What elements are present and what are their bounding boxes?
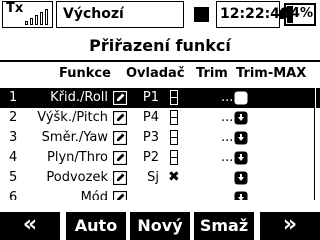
download-icon[interactable] xyxy=(234,111,248,125)
trim-max-value[interactable]: ... xyxy=(221,110,233,125)
trim-indicator[interactable] xyxy=(170,150,178,165)
trim-indicator[interactable] xyxy=(170,90,178,105)
battery-percent: 64% xyxy=(281,6,313,21)
function-row[interactable]: 5 Podvozek Sj ✖ xyxy=(0,168,314,188)
function-name: Výšk./Pitch xyxy=(37,110,108,125)
edit-icon[interactable] xyxy=(112,90,128,106)
download-icon[interactable] xyxy=(234,91,248,105)
scrollbar-thumb[interactable] xyxy=(316,88,320,108)
function-row[interactable]: 2 Výšk./Pitch P4... xyxy=(0,108,314,128)
row-number: 6 xyxy=(9,190,18,200)
auto-button[interactable]: Auto xyxy=(66,212,126,240)
page-title: Přiřazení funkcí xyxy=(89,36,231,55)
function-name: Směr./Yaw xyxy=(41,130,108,145)
row-number: 1 xyxy=(9,90,18,105)
download-icon[interactable] xyxy=(234,171,248,185)
delete-button[interactable]: Smaž xyxy=(194,212,254,240)
control-value[interactable]: P4 xyxy=(143,110,159,125)
download-icon[interactable] xyxy=(234,191,248,200)
row-number: 5 xyxy=(9,170,18,185)
function-name: Podvozek xyxy=(46,170,108,185)
trim-max-value[interactable]: ... xyxy=(221,130,233,145)
next-page-button[interactable]: » xyxy=(260,212,320,240)
edit-icon[interactable] xyxy=(112,190,128,200)
row-number: 2 xyxy=(9,110,18,125)
function-name: Plyn/Thro xyxy=(47,150,108,165)
scrollbar[interactable] xyxy=(314,88,320,200)
row-number: 3 xyxy=(9,130,18,145)
function-row[interactable]: 4 Plyn/Thro P2... xyxy=(0,148,314,168)
model-name-box[interactable]: Výchozí xyxy=(56,1,184,28)
edit-icon[interactable] xyxy=(112,110,128,126)
battery-icon: 64% xyxy=(280,3,316,26)
function-list: 1 Křid./Roll P1... 2 Výšk./Pitch P4... 3 Směr./… xyxy=(0,88,320,200)
download-icon[interactable] xyxy=(234,131,248,145)
clear-icon[interactable]: ✖ xyxy=(168,169,180,185)
new-button[interactable]: Nový xyxy=(130,212,190,240)
signal-bars-icon xyxy=(25,8,51,25)
trim-max-value[interactable]: ... xyxy=(221,150,233,165)
column-header-control: Ovladač xyxy=(126,66,185,81)
bottom-button-bar: « Auto Nový Smaž » xyxy=(0,212,320,240)
column-header-trim-max: Trim-MAX xyxy=(236,66,307,81)
download-icon[interactable] xyxy=(234,151,248,165)
function-name: Mód xyxy=(80,190,108,200)
function-row[interactable]: 1 Křid./Roll P1... xyxy=(0,88,314,108)
transmitter-signal: Tx xyxy=(2,1,53,28)
tx-label: Tx xyxy=(6,1,24,16)
clock-box: 12:22:48 xyxy=(216,1,290,28)
column-header-function: Funkce xyxy=(59,66,111,81)
trim-indicator[interactable] xyxy=(170,130,178,145)
control-value[interactable]: P3 xyxy=(143,130,159,145)
control-value[interactable]: Sj xyxy=(147,170,159,185)
control-value[interactable]: P1 xyxy=(143,90,159,105)
trim-indicator[interactable] xyxy=(170,110,178,125)
prev-page-button[interactable]: « xyxy=(0,212,60,240)
stop-icon xyxy=(194,7,209,22)
title-divider xyxy=(0,60,320,62)
control-value[interactable]: P2 xyxy=(143,150,159,165)
row-number: 4 xyxy=(9,150,18,165)
column-header-trim: Trim xyxy=(196,66,228,81)
function-name: Křid./Roll xyxy=(50,90,108,105)
trim-max-value[interactable]: ... xyxy=(221,90,233,105)
edit-icon[interactable] xyxy=(112,170,128,186)
status-bar: Tx Výchozí 12:22:48 64% xyxy=(0,0,320,30)
edit-icon[interactable] xyxy=(112,150,128,166)
model-name: Výchozí xyxy=(63,6,124,22)
function-row[interactable]: 6 Mód xyxy=(0,188,314,200)
edit-icon[interactable] xyxy=(112,130,128,146)
function-row[interactable]: 3 Směr./Yaw P3... xyxy=(0,128,314,148)
